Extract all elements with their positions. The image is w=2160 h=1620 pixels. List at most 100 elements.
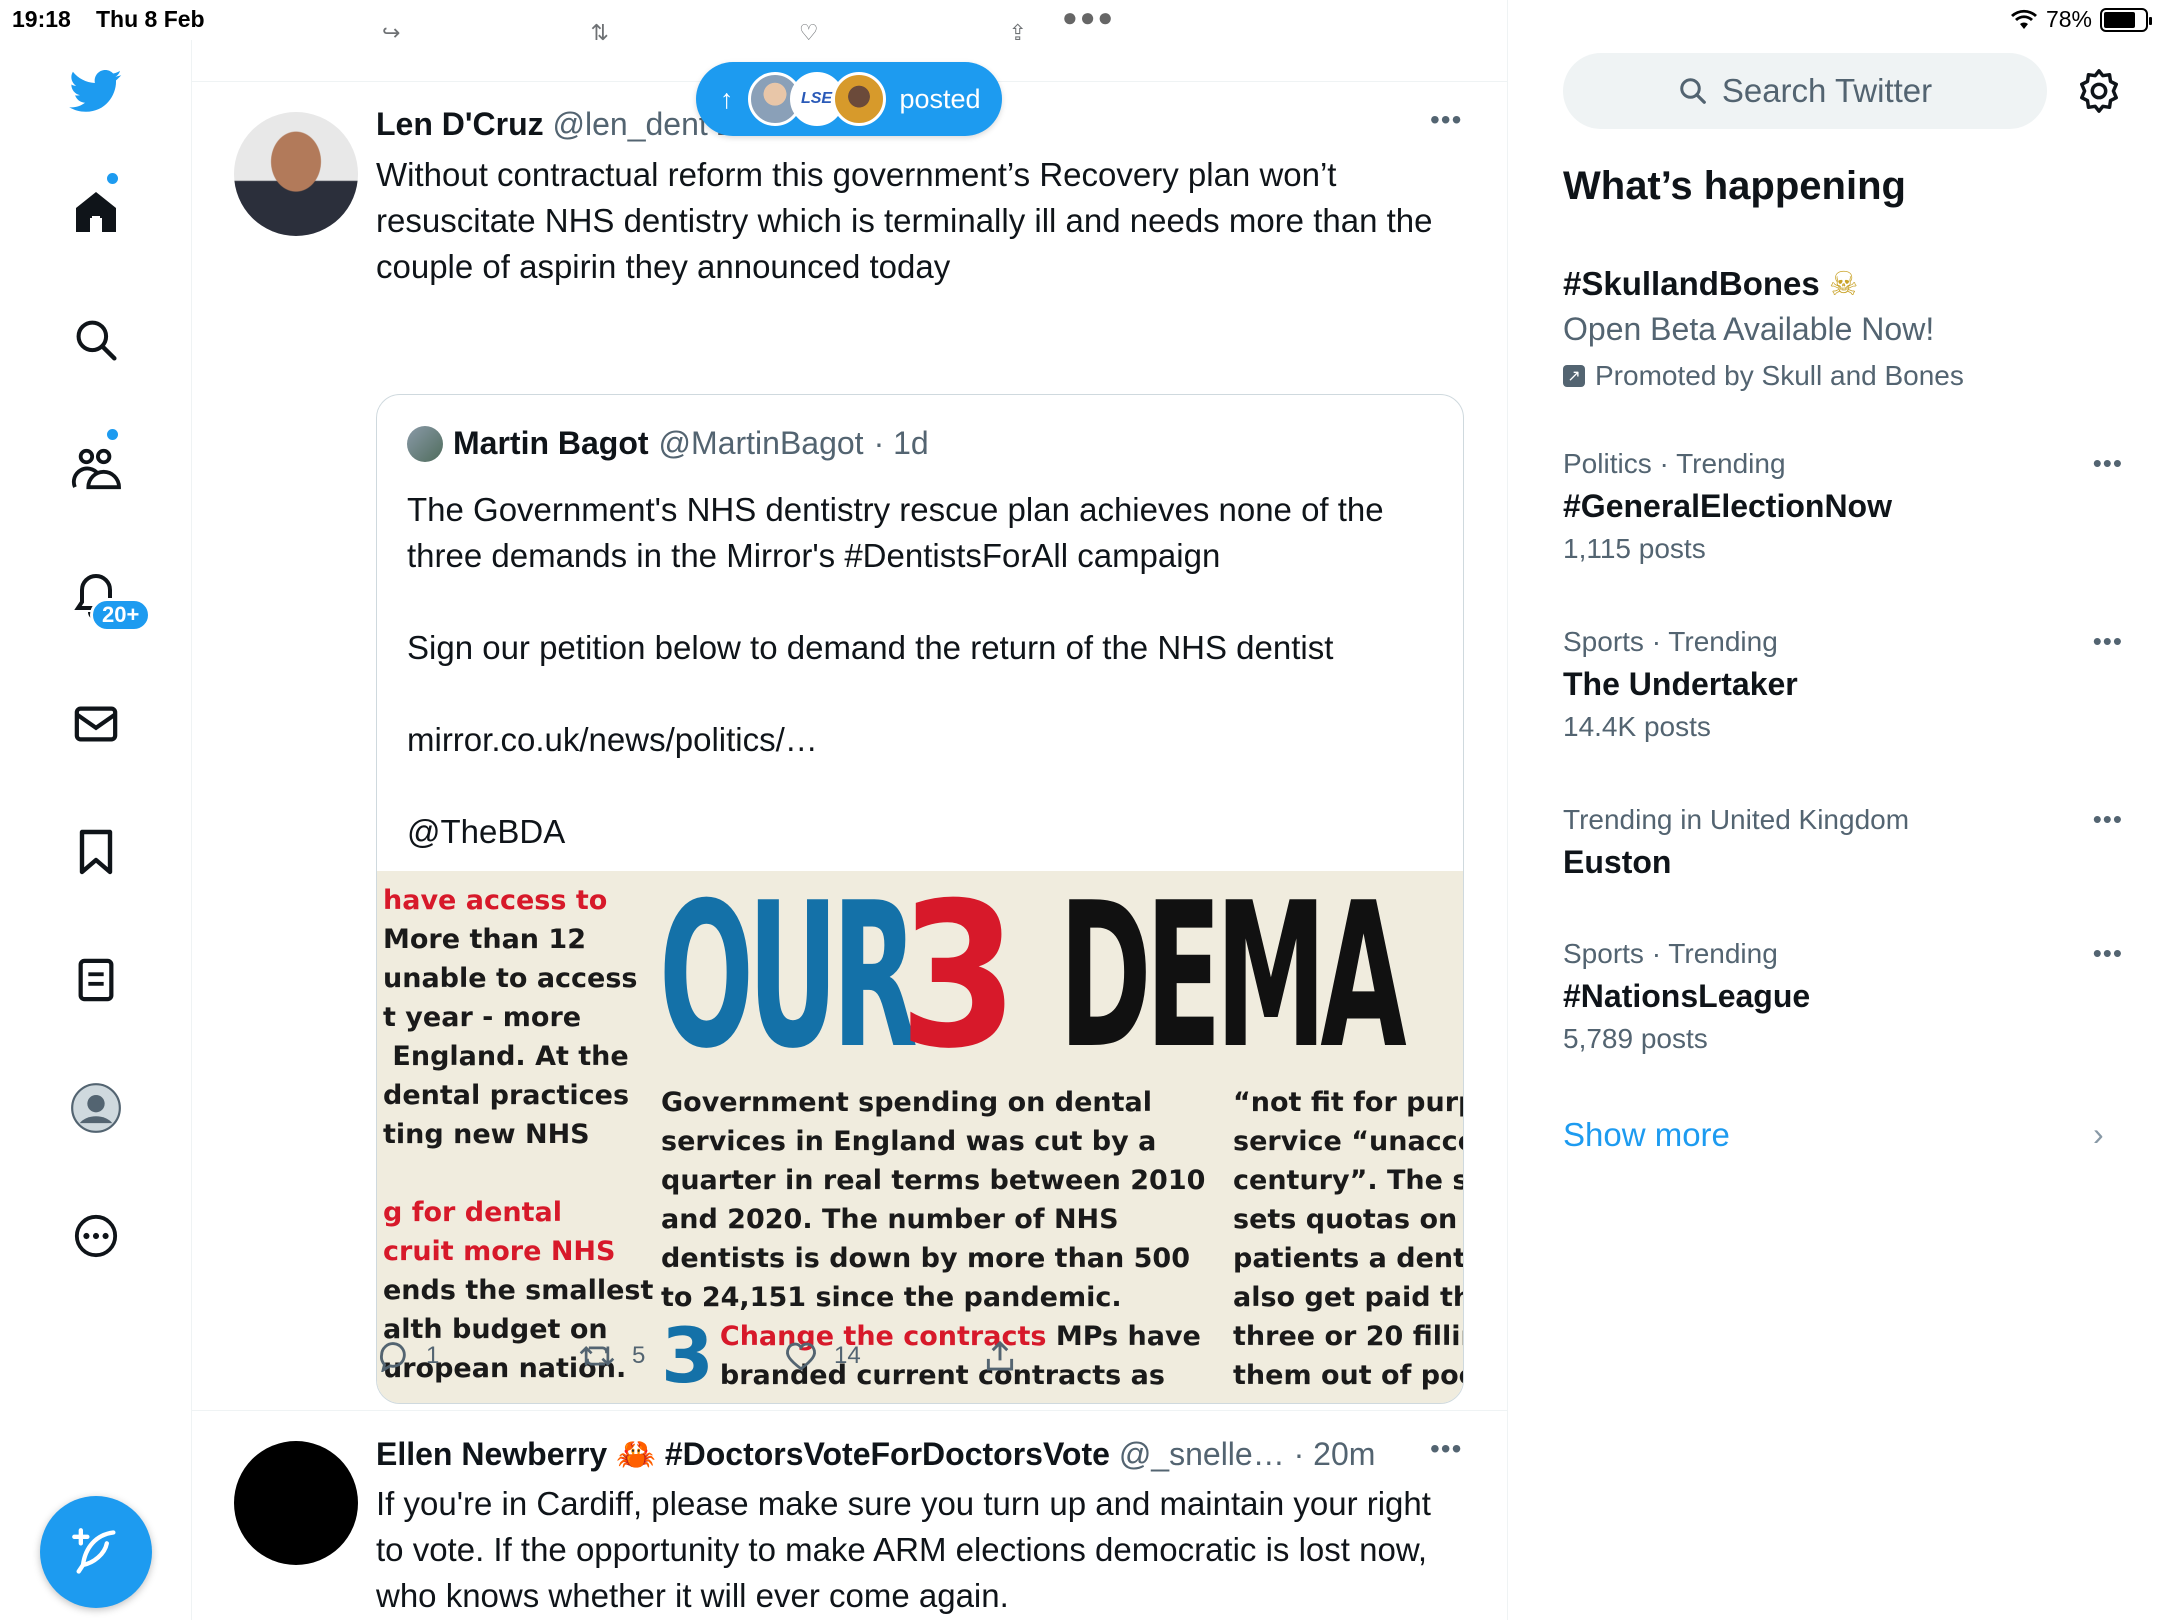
image-text-line: three or 20 fillin (1233, 1321, 1464, 1352)
communities-icon[interactable] (66, 438, 126, 498)
pill-avatars: LSE (747, 72, 886, 126)
like-button[interactable]: 14 (784, 1340, 861, 1372)
image-text-line (383, 1154, 653, 1193)
share-icon (986, 1340, 1014, 1371)
author-handle[interactable]: @len_dent (553, 106, 708, 142)
image-headline: OUR3 DEMA (659, 877, 1459, 1077)
share-icon[interactable]: ⇪ (1009, 20, 1027, 46)
tweet-time[interactable]: · 20m (1294, 1436, 1376, 1472)
image-text-line: also get paid the (1233, 1282, 1463, 1313)
share-button[interactable] (984, 1340, 1016, 1372)
explore-search-icon[interactable] (66, 310, 126, 370)
left-navigation: 20+ (0, 40, 192, 1620)
image-text-line: them out of pocl (1233, 1360, 1464, 1391)
tweet-header: Ellen Newberry 🦀 #DoctorsVoteForDoctorsV… (376, 1435, 1375, 1473)
trend-more-icon[interactable]: ••• (2093, 938, 2123, 969)
like-icon[interactable]: ♡ (799, 20, 819, 46)
image-text-line: service “unacce (1233, 1126, 1464, 1157)
avatar[interactable] (234, 1441, 358, 1565)
image-text-line: Government spending on dental (661, 1087, 1153, 1118)
settings-gear-icon[interactable] (2076, 68, 2122, 119)
image-text-line: have access to (383, 885, 608, 916)
trend-name: #NationsLeague (1563, 978, 1811, 1014)
quoted-author-name: Martin Bagot (453, 425, 649, 461)
home-icon[interactable] (66, 182, 126, 242)
right-sidebar: Search Twitter What’s happening #Skullan… (1508, 0, 2160, 1620)
author-name[interactable]: Len D'Cruz (376, 106, 544, 142)
trend-item[interactable]: Sports · Trending #NationsLeague 5,789 p… (1563, 938, 2123, 1055)
image-text-line: century”. The sy (1233, 1165, 1464, 1196)
messages-envelope-icon[interactable] (66, 694, 126, 754)
search-placeholder: Search Twitter (1721, 72, 1933, 109)
image-text-line: g for dental (383, 1197, 562, 1228)
reply-button[interactable]: 1 (376, 1340, 439, 1372)
bookmarks-icon[interactable] (66, 822, 126, 882)
trend-item[interactable]: Sports · Trending The Undertaker 14.4K p… (1563, 626, 2123, 743)
trend-posts: 5,789 posts (1563, 1023, 1708, 1054)
lists-icon[interactable] (66, 950, 126, 1010)
author-handle[interactable]: @_snelle… (1119, 1436, 1285, 1472)
quoted-tweet-header: Martin Bagot @MartinBagot · 1d (407, 425, 929, 462)
previous-tweet-actions: ↪ ⇅ ♡ ⇪ (382, 20, 1027, 46)
communities-unread-dot (107, 429, 118, 440)
twitter-logo-icon[interactable] (66, 62, 126, 122)
chevron-right-icon[interactable]: › (2093, 1116, 2104, 1153)
image-text-line: cruit more NHS (383, 1236, 616, 1267)
trend-item[interactable]: Trending in United Kingdom Euston ••• (1563, 804, 2123, 881)
tweet[interactable]: Ellen Newberry 🦀 #DoctorsVoteForDoctorsV… (192, 1411, 1507, 1620)
quoted-tweet-time: · 1d (873, 425, 929, 461)
search-input[interactable]: Search Twitter (1563, 53, 2047, 129)
trend-name: #GeneralElectionNow (1563, 488, 1892, 524)
status-date: Thu 8 Feb (96, 6, 205, 32)
compose-tweet-button[interactable] (40, 1496, 152, 1608)
quoted-tweet[interactable]: Martin Bagot @MartinBagot · 1d The Gover… (376, 394, 1464, 1404)
image-text-line: patients a dentis (1233, 1243, 1463, 1274)
trend-more-icon[interactable]: ••• (2093, 448, 2123, 479)
trend-more-icon[interactable]: ••• (2093, 804, 2123, 835)
trend-more-icon[interactable]: ••• (2093, 626, 2123, 657)
promoted-arrow-icon: ↗ (1563, 365, 1585, 387)
quoted-author-handle: @MartinBagot (658, 425, 864, 461)
trend-meta: Sports · Trending (1563, 626, 1778, 657)
promoted-subtitle: Open Beta Available Now! (1563, 311, 1935, 347)
whats-happening-heading: What’s happening (1563, 164, 1906, 208)
image-text-line: ends the smallest (383, 1275, 653, 1306)
avatar (831, 72, 886, 126)
headline-number: 3 (899, 871, 1018, 1093)
arrow-up-icon: ↑ (720, 83, 734, 114)
more-options-icon[interactable] (66, 1206, 126, 1266)
image-text-line: England. At the (383, 1041, 629, 1072)
image-text-line: to 24,151 since the pandemic. (661, 1282, 1122, 1313)
reply-icon[interactable]: ↪ (382, 20, 400, 46)
promoted-trend[interactable]: #SkullandBones ☠ Open Beta Available Now… (1563, 264, 2123, 392)
more-options-icon[interactable]: ••• (1430, 104, 1462, 136)
show-more-link[interactable]: Show more (1563, 1116, 1730, 1154)
image-text-line: quarter in real terms between 2010 (661, 1165, 1206, 1196)
tweet-actions: 1 5 14 (376, 1340, 1076, 1380)
promoted-by-label: Promoted by Skull and Bones (1595, 360, 1964, 391)
image-text-line: “not fit for purpo (1233, 1087, 1463, 1118)
avatar[interactable] (234, 112, 358, 236)
author-name[interactable]: Ellen Newberry 🦀 #DoctorsVoteForDoctorsV… (376, 1436, 1110, 1472)
more-options-icon[interactable]: ••• (1430, 1433, 1462, 1465)
image-text-line: unable to access (383, 963, 638, 994)
avatar (407, 425, 443, 462)
profile-avatar-icon[interactable] (66, 1078, 126, 1138)
trend-name: The Undertaker (1563, 666, 1798, 702)
retweet-button[interactable]: 5 (578, 1340, 645, 1372)
image-text-line: t year - more (383, 1002, 582, 1033)
new-posts-pill[interactable]: ↑ LSE posted (696, 62, 1002, 136)
image-text-line: sets quotas on t (1233, 1204, 1464, 1235)
trend-posts: 1,115 posts (1563, 533, 1706, 564)
home-unread-dot (107, 173, 118, 184)
retweet-icon[interactable]: ⇅ (590, 20, 608, 46)
trend-item[interactable]: Politics · Trending #GeneralElectionNow … (1563, 448, 2123, 565)
image-text-line: services in England was cut by a (661, 1126, 1157, 1157)
new-posts-label: posted (899, 83, 981, 114)
image-text-line: dental practices (383, 1080, 630, 1111)
tweet-text: Without contractual reform this governme… (376, 156, 1433, 285)
timeline[interactable]: ↪ ⇅ ♡ ⇪ ↑ LSE posted Len D'Cruz @len_den… (192, 0, 1508, 1620)
tweet[interactable]: Len D'Cruz @len_dent 23h ••• Without con… (192, 82, 1507, 1412)
quoted-tweet-image[interactable]: have access to More than 12 unable to acce… (377, 871, 1464, 1403)
compose-feather-icon (72, 1528, 116, 1574)
